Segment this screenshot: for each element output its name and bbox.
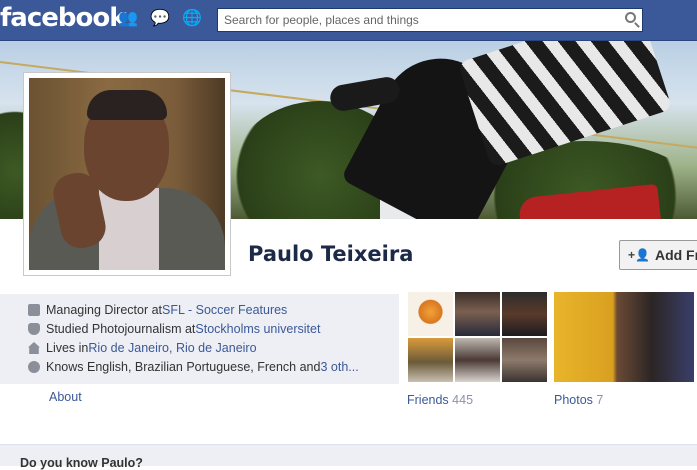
friends-thumbnails[interactable] <box>408 292 547 382</box>
info-study: Studied Photojournalism at Stockholms un… <box>28 322 320 336</box>
info-languages: Knows English, Brazilian Portuguese, Fre… <box>28 360 359 374</box>
friend-prompt-box: Do you know Paulo? <box>0 444 697 470</box>
notifications-icon[interactable]: 🌐 <box>182 9 202 29</box>
profile-info-box: Managing Director at SFL - Soccer Featur… <box>0 294 399 384</box>
profile-name: Paulo Teixeira <box>248 242 414 266</box>
add-friend-button[interactable]: +👤 Add Fr <box>619 240 697 270</box>
messages-icon[interactable]: 💬 <box>150 9 170 29</box>
photos-thumbnail[interactable] <box>554 292 694 382</box>
info-work-prefix: Managing Director at <box>46 303 163 317</box>
profile-photo <box>29 78 225 270</box>
search-box <box>217 8 643 32</box>
globe-icon <box>28 361 40 373</box>
friend-thumbnail[interactable] <box>502 292 547 336</box>
info-home-prefix: Lives in <box>46 341 89 355</box>
info-study-prefix: Studied Photojournalism at <box>46 322 196 336</box>
info-home: Lives in Rio de Janeiro, Rio de Janeiro <box>28 341 257 355</box>
info-work-link[interactable]: SFL - Soccer Features <box>162 303 287 317</box>
notification-jewels: 👥 💬 🌐 <box>118 9 202 29</box>
house-icon <box>28 342 40 354</box>
briefcase-icon <box>28 304 40 316</box>
friend-thumbnail[interactable] <box>408 338 453 382</box>
about-link[interactable]: About <box>49 390 82 404</box>
photos-link[interactable]: Photos 7 <box>554 393 603 407</box>
info-study-link[interactable]: Stockholms universitet <box>195 322 320 336</box>
add-friend-icon: +👤 <box>628 248 650 262</box>
friends-link[interactable]: Friends 445 <box>407 393 473 407</box>
top-navigation-bar: facebook 👥 💬 🌐 <box>0 0 697 41</box>
friend-prompt-text: Do you know Paulo? <box>20 456 143 470</box>
facebook-logo[interactable]: facebook <box>0 3 127 33</box>
graduation-icon <box>28 323 40 335</box>
info-home-link[interactable]: Rio de Janeiro, Rio de Janeiro <box>88 341 256 355</box>
friend-thumbnail[interactable] <box>455 338 500 382</box>
profile-picture[interactable] <box>23 72 231 276</box>
photos-label: Photos <box>554 393 593 407</box>
info-work: Managing Director at SFL - Soccer Featur… <box>28 303 287 317</box>
photos-count: 7 <box>596 393 604 407</box>
info-languages-link[interactable]: 3 oth... <box>320 360 358 374</box>
friend-thumbnail[interactable] <box>502 338 547 382</box>
friend-thumbnail[interactable] <box>408 292 453 336</box>
friend-requests-icon[interactable]: 👥 <box>118 9 138 29</box>
friend-thumbnail[interactable] <box>455 292 500 336</box>
friends-label: Friends <box>407 393 449 407</box>
add-friend-label: Add Fr <box>654 247 697 263</box>
friends-count: 445 <box>452 393 474 407</box>
search-icon[interactable] <box>625 12 636 23</box>
info-languages-prefix: Knows English, Brazilian Portuguese, Fre… <box>46 360 321 374</box>
search-input[interactable] <box>218 9 625 31</box>
